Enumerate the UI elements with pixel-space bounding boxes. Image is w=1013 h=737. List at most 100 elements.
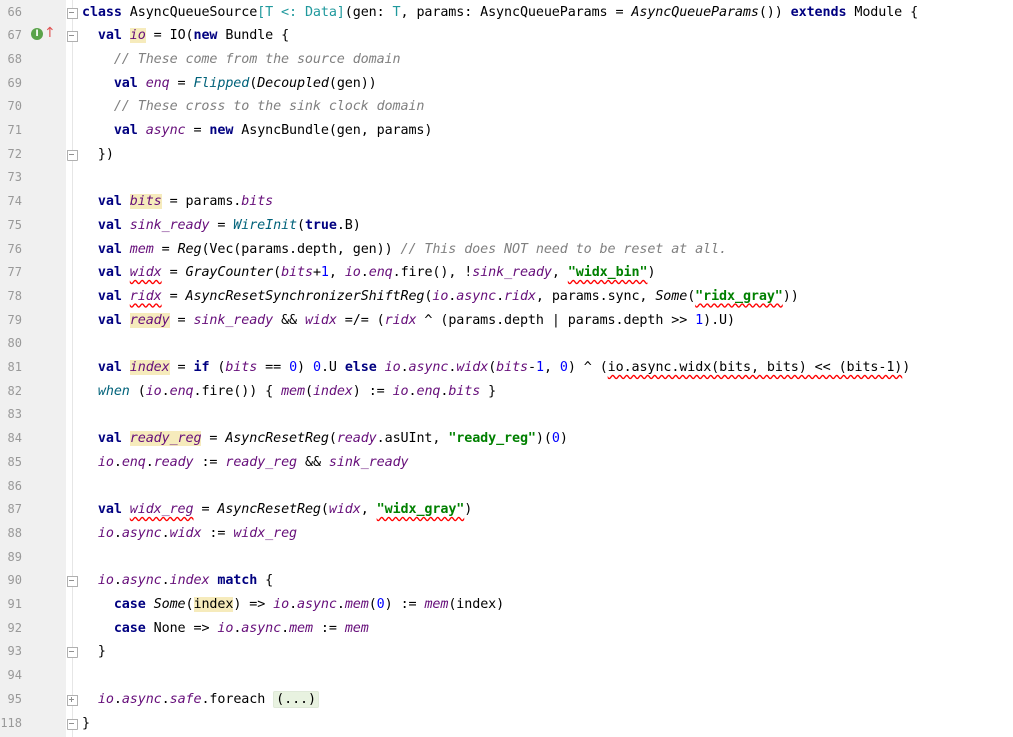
code-token: io (392, 383, 409, 399)
code-line[interactable]: 95 io.async.safe.foreach (...) (0, 688, 1013, 712)
code-token: new (209, 123, 242, 138)
code-text[interactable]: val enq = Flipped(Decoupled(gen)) (82, 72, 377, 96)
folded-region[interactable]: (...) (273, 690, 319, 708)
line-number: 67 (7, 28, 22, 43)
code-token: .fire(), ! (392, 265, 473, 281)
code-line[interactable]: 86 (0, 475, 1013, 499)
code-text[interactable]: val widx_reg = AsyncResetReg(widx, "widx… (82, 498, 472, 522)
code-token: ridx (129, 288, 162, 304)
code-text[interactable]: } (82, 712, 90, 736)
code-token: , (543, 360, 560, 375)
code-line[interactable]: 69 val enq = Flipped(Decoupled(gen)) (0, 72, 1013, 96)
fold-collapse-icon[interactable] (67, 31, 78, 43)
code-text[interactable]: val widx = GrayCounter(bits+1, io.enq.fi… (82, 261, 656, 285)
code-text[interactable]: io.async.safe.foreach (...) (82, 688, 319, 712)
code-token: io (273, 597, 290, 612)
code-text[interactable]: io.async.index match { (82, 569, 273, 593)
code-text[interactable]: } (82, 640, 106, 664)
code-text[interactable]: val ready = sink_ready && widx =/= (ridx… (82, 309, 735, 333)
code-line[interactable]: 88 io.async.widx := widx_reg (0, 522, 1013, 546)
up-arrow-icon[interactable]: ↑ (44, 25, 56, 41)
code-token: async (241, 620, 282, 636)
code-editor[interactable]: 66 class AsyncQueueSource[T <: Data](gen:… (0, 0, 1013, 737)
code-token: val (82, 28, 130, 44)
code-line[interactable]: 68 // These come from the source domain (0, 48, 1013, 72)
code-line[interactable]: 90 io.async.index match { (0, 569, 1013, 593)
code-token: // This does NOT need to be reset at all… (400, 241, 728, 257)
code-token: widx (328, 502, 361, 518)
fold-expand-icon[interactable] (67, 694, 78, 706)
code-line[interactable]: 92 case None => io.async.mem := mem (0, 617, 1013, 641)
code-text[interactable]: val mem = Reg(Vec(params.depth, gen)) //… (82, 238, 727, 262)
line-number: 73 (7, 170, 22, 185)
code-line[interactable]: 80 (0, 332, 1013, 356)
line-number: 118 (0, 715, 22, 730)
code-text[interactable]: // These cross to the sink clock domain (82, 95, 425, 119)
code-line[interactable]: 71 val async = new AsyncBundle(gen, para… (0, 119, 1013, 143)
code-line[interactable]: 79 val ready = sink_ready && widx =/= (r… (0, 309, 1013, 333)
code-token: mem (281, 383, 305, 399)
code-line[interactable]: 89 (0, 546, 1013, 570)
code-line[interactable]: 83 (0, 403, 1013, 427)
code-token: val (82, 431, 130, 447)
code-line[interactable]: 93 } (0, 640, 1013, 664)
code-text[interactable]: val index = if (bits == 0) 0.U else io.a… (82, 356, 910, 380)
code-token: ridx (384, 312, 417, 328)
code-line[interactable]: 78 val ridx = AsyncResetSynchronizerShif… (0, 285, 1013, 309)
fold-collapse-icon[interactable] (67, 149, 78, 161)
code-token: sink_ready (129, 217, 210, 233)
fold-collapse-icon[interactable] (67, 7, 78, 19)
code-text[interactable]: io.async.widx := widx_reg (82, 522, 297, 546)
code-line[interactable]: 94 (0, 664, 1013, 688)
code-token: ( (297, 217, 305, 233)
code-line[interactable]: 70 // These cross to the sink clock doma… (0, 95, 1013, 119)
code-token: io (217, 620, 234, 636)
code-token: := (201, 525, 234, 541)
code-text[interactable]: val async = new AsyncBundle(gen, params) (82, 119, 433, 143)
fold-collapse-icon[interactable] (67, 718, 78, 730)
code-token: (index) (448, 597, 505, 612)
code-line[interactable]: 73 (0, 166, 1013, 190)
code-line[interactable]: 82 when (io.enq.fire()) { mem(index) := … (0, 380, 1013, 404)
code-text[interactable]: val ready_reg = AsyncResetReg(ready.asUI… (82, 427, 568, 451)
code-text[interactable]: val sink_ready = WireInit(true.B) (82, 214, 361, 238)
code-text[interactable]: case Some(index) => io.async.mem(0) := m… (82, 593, 504, 617)
code-line[interactable]: 77 val widx = GrayCounter(bits+1, io.enq… (0, 261, 1013, 285)
code-line[interactable]: 84 val ready_reg = AsyncResetReg(ready.a… (0, 427, 1013, 451)
code-text[interactable]: val io = IO(new Bundle { (82, 24, 289, 48)
code-text[interactable]: }) (82, 143, 114, 167)
code-line[interactable]: 118} (0, 712, 1013, 736)
code-text[interactable]: val ridx = AsyncResetSynchronizerShiftRe… (82, 285, 799, 309)
code-text[interactable]: case None => io.async.mem := mem (82, 617, 369, 641)
code-text[interactable]: io.enq.ready := ready_reg && sink_ready (82, 451, 409, 475)
code-line[interactable]: 81 val index = if (bits == 0) 0.U else i… (0, 356, 1013, 380)
code-text[interactable]: // These come from the source domain (82, 48, 401, 72)
code-line[interactable]: 91 case Some(index) => io.async.mem(0) :… (0, 593, 1013, 617)
code-token: . (161, 691, 170, 707)
code-line[interactable]: 66 class AsyncQueueSource[T <: Data](gen:… (0, 1, 1013, 25)
code-line[interactable]: 87 val widx_reg = AsyncResetReg(widx, "w… (0, 498, 1013, 522)
line-number: 85 (7, 454, 22, 469)
code-text[interactable]: val bits = params.bits (82, 190, 273, 214)
fold-collapse-icon[interactable] (67, 576, 78, 588)
code-line[interactable]: 76 val mem = Reg(Vec(params.depth, gen))… (0, 238, 1013, 262)
code-token: , (360, 502, 377, 518)
code-token: AsyncQueueSource (129, 4, 258, 20)
code-line[interactable]: 74 val bits = params.bits (0, 190, 1013, 214)
fold-collapse-icon[interactable] (67, 647, 78, 659)
code-line[interactable]: 85 io.enq.ready := ready_reg && sink_rea… (0, 451, 1013, 475)
code-token: ( (328, 431, 337, 447)
code-line[interactable]: 75 val sink_ready = WireInit(true.B) (0, 214, 1013, 238)
implements-marker-icon[interactable]: I (31, 28, 43, 41)
code-line[interactable]: 67 I ↑ val io = IO(new Bundle { (0, 24, 1013, 48)
code-token: .U (320, 360, 345, 375)
code-text[interactable]: class AsyncQueueSource[T <: Data](gen: T… (82, 1, 918, 25)
code-token: io (129, 28, 146, 44)
code-token: Flipped (193, 75, 250, 91)
code-token: io (384, 360, 401, 375)
code-token: // These cross to the sink clock domain (82, 99, 425, 115)
code-text[interactable]: when (io.enq.fire()) { mem(index) := io.… (82, 380, 496, 404)
code-line[interactable]: 72 }) (0, 143, 1013, 167)
code-token: mem (289, 620, 313, 636)
code-token: AsyncResetSynchronizerShiftReg (185, 288, 425, 304)
